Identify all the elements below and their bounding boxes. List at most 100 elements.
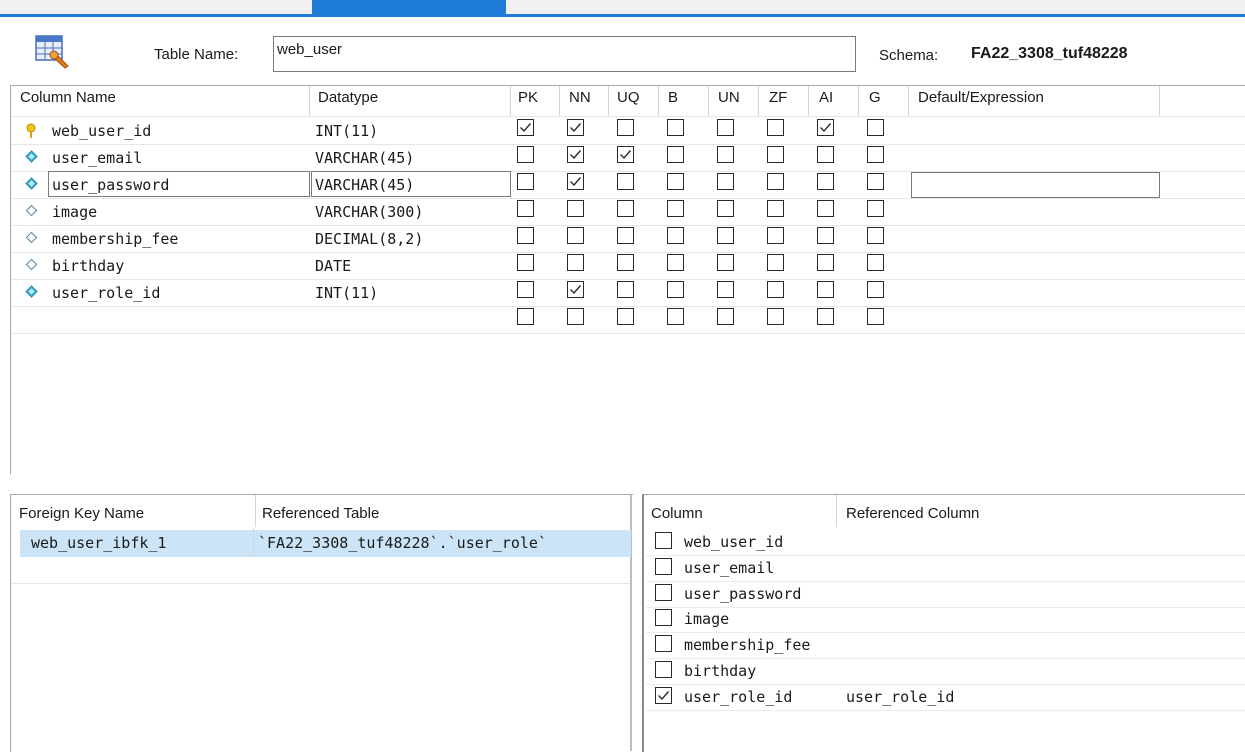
g-checkbox[interactable]: [867, 119, 884, 136]
un-checkbox[interactable]: [717, 254, 734, 271]
column-name[interactable]: user_email: [52, 149, 142, 167]
ai-checkbox[interactable]: [817, 173, 834, 190]
fk-row-selected[interactable]: web_user_ibfk_1 `FA22_3308_tuf48228`.`us…: [20, 528, 631, 557]
zf-checkbox[interactable]: [767, 173, 784, 190]
grid-header-divider[interactable]: [510, 86, 511, 116]
ai-checkbox[interactable]: [817, 200, 834, 217]
uq-checkbox[interactable]: [617, 227, 634, 244]
pk-checkbox[interactable]: [517, 146, 534, 163]
zf-checkbox[interactable]: [767, 308, 784, 325]
fk-column-row-user-role-id[interactable]: user_role_id user_role_id: [646, 685, 1245, 710]
uq-checkbox[interactable]: [617, 200, 634, 217]
fk-column-checkbox[interactable]: [655, 609, 672, 627]
b-checkbox[interactable]: [667, 254, 684, 271]
grid-header-2[interactable]: PK: [518, 89, 538, 106]
fk-column-row-user-email[interactable]: user_email: [646, 556, 1245, 581]
b-checkbox[interactable]: [667, 200, 684, 217]
g-checkbox[interactable]: [867, 281, 884, 298]
un-checkbox[interactable]: [717, 308, 734, 325]
g-checkbox[interactable]: [867, 254, 884, 271]
fk-column-row-web-user-id[interactable]: web_user_id: [646, 530, 1245, 555]
fk-column-checkbox[interactable]: [655, 557, 672, 575]
column-name[interactable]: membership_fee: [52, 230, 178, 248]
column-name[interactable]: web_user_id: [52, 122, 151, 140]
nn-checkbox[interactable]: [567, 254, 584, 271]
fk-column-checkbox[interactable]: [655, 635, 672, 653]
un-checkbox[interactable]: [717, 227, 734, 244]
nn-checkbox[interactable]: [567, 308, 584, 325]
zf-checkbox[interactable]: [767, 254, 784, 271]
uq-checkbox[interactable]: [617, 254, 634, 271]
uq-checkbox[interactable]: [617, 308, 634, 325]
b-checkbox[interactable]: [667, 119, 684, 136]
grid-header-6[interactable]: UN: [718, 89, 740, 106]
grid-header-9[interactable]: G: [869, 89, 881, 106]
column-row-user-email[interactable]: user_email VARCHAR(45): [11, 145, 1245, 171]
ai-checkbox[interactable]: [817, 119, 834, 136]
column-row-user-role-id[interactable]: user_role_id INT(11): [11, 280, 1245, 306]
zf-checkbox[interactable]: [767, 227, 784, 244]
column-datatype[interactable]: INT(11): [315, 122, 378, 140]
pk-checkbox[interactable]: [517, 308, 534, 325]
fk-column-checkbox[interactable]: [655, 532, 672, 549]
column-name[interactable]: image: [52, 203, 97, 221]
grid-header-divider[interactable]: [658, 86, 659, 116]
nn-checkbox[interactable]: [567, 119, 584, 136]
fk-column-checkbox[interactable]: [655, 661, 672, 678]
b-checkbox[interactable]: [667, 308, 684, 325]
fk-column-row-user-password[interactable]: user_password: [646, 582, 1245, 607]
un-checkbox[interactable]: [717, 146, 734, 163]
column-datatype[interactable]: INT(11): [315, 284, 378, 302]
uq-checkbox[interactable]: [617, 119, 634, 136]
nn-checkbox[interactable]: [567, 200, 584, 217]
pk-checkbox[interactable]: [517, 254, 534, 271]
ai-checkbox[interactable]: [817, 308, 834, 325]
column-row-birthday[interactable]: birthday DATE: [11, 253, 1245, 279]
uq-checkbox[interactable]: [617, 173, 634, 190]
pk-checkbox[interactable]: [517, 227, 534, 244]
datatype-edit-box[interactable]: [311, 171, 511, 197]
b-checkbox[interactable]: [667, 173, 684, 190]
un-checkbox[interactable]: [717, 200, 734, 217]
grid-header-1[interactable]: Datatype: [318, 89, 378, 106]
grid-header-10[interactable]: Default/Expression: [918, 89, 1044, 106]
grid-header-divider[interactable]: [309, 86, 310, 116]
column-row-image[interactable]: image VARCHAR(300): [11, 199, 1245, 225]
b-checkbox[interactable]: [667, 146, 684, 163]
pk-checkbox[interactable]: [517, 173, 534, 190]
fk-referenced-column[interactable]: user_role_id: [846, 688, 954, 706]
fk-column-checkbox[interactable]: [655, 686, 672, 704]
grid-header-3[interactable]: NN: [569, 89, 591, 106]
fk-column-checkbox[interactable]: [655, 583, 672, 601]
zf-checkbox[interactable]: [767, 119, 784, 136]
g-checkbox[interactable]: [867, 173, 884, 190]
column-datatype[interactable]: DATE: [315, 257, 351, 275]
grid-header-divider[interactable]: [858, 86, 859, 116]
active-editor-tab[interactable]: [312, 0, 506, 14]
uq-checkbox[interactable]: [617, 281, 634, 298]
grid-header-divider[interactable]: [808, 86, 809, 116]
pk-checkbox[interactable]: [517, 200, 534, 217]
pk-checkbox[interactable]: [517, 281, 534, 298]
column-row-web-user-id[interactable]: web_user_id INT(11): [11, 118, 1245, 144]
column-name[interactable]: birthday: [52, 257, 124, 275]
grid-header-divider[interactable]: [708, 86, 709, 116]
fk-column-row-image[interactable]: image: [646, 607, 1245, 632]
column-datatype[interactable]: DECIMAL(8,2): [315, 230, 423, 248]
pk-checkbox[interactable]: [517, 119, 534, 136]
grid-header-divider[interactable]: [758, 86, 759, 116]
grid-header-8[interactable]: AI: [819, 89, 833, 106]
column-datatype[interactable]: VARCHAR(300): [315, 203, 423, 221]
fk-column-row-membership-fee[interactable]: membership_fee: [646, 633, 1245, 658]
nn-checkbox[interactable]: [567, 281, 584, 298]
zf-checkbox[interactable]: [767, 200, 784, 217]
column-datatype[interactable]: VARCHAR(45): [315, 149, 414, 167]
ai-checkbox[interactable]: [817, 146, 834, 163]
ai-checkbox[interactable]: [817, 227, 834, 244]
default-expression-input[interactable]: [911, 172, 1160, 198]
grid-header-5[interactable]: B: [668, 89, 678, 106]
grid-header-divider[interactable]: [908, 86, 909, 116]
b-checkbox[interactable]: [667, 227, 684, 244]
grid-header-0[interactable]: Column Name: [20, 89, 116, 106]
column-row-new[interactable]: [11, 307, 1245, 333]
